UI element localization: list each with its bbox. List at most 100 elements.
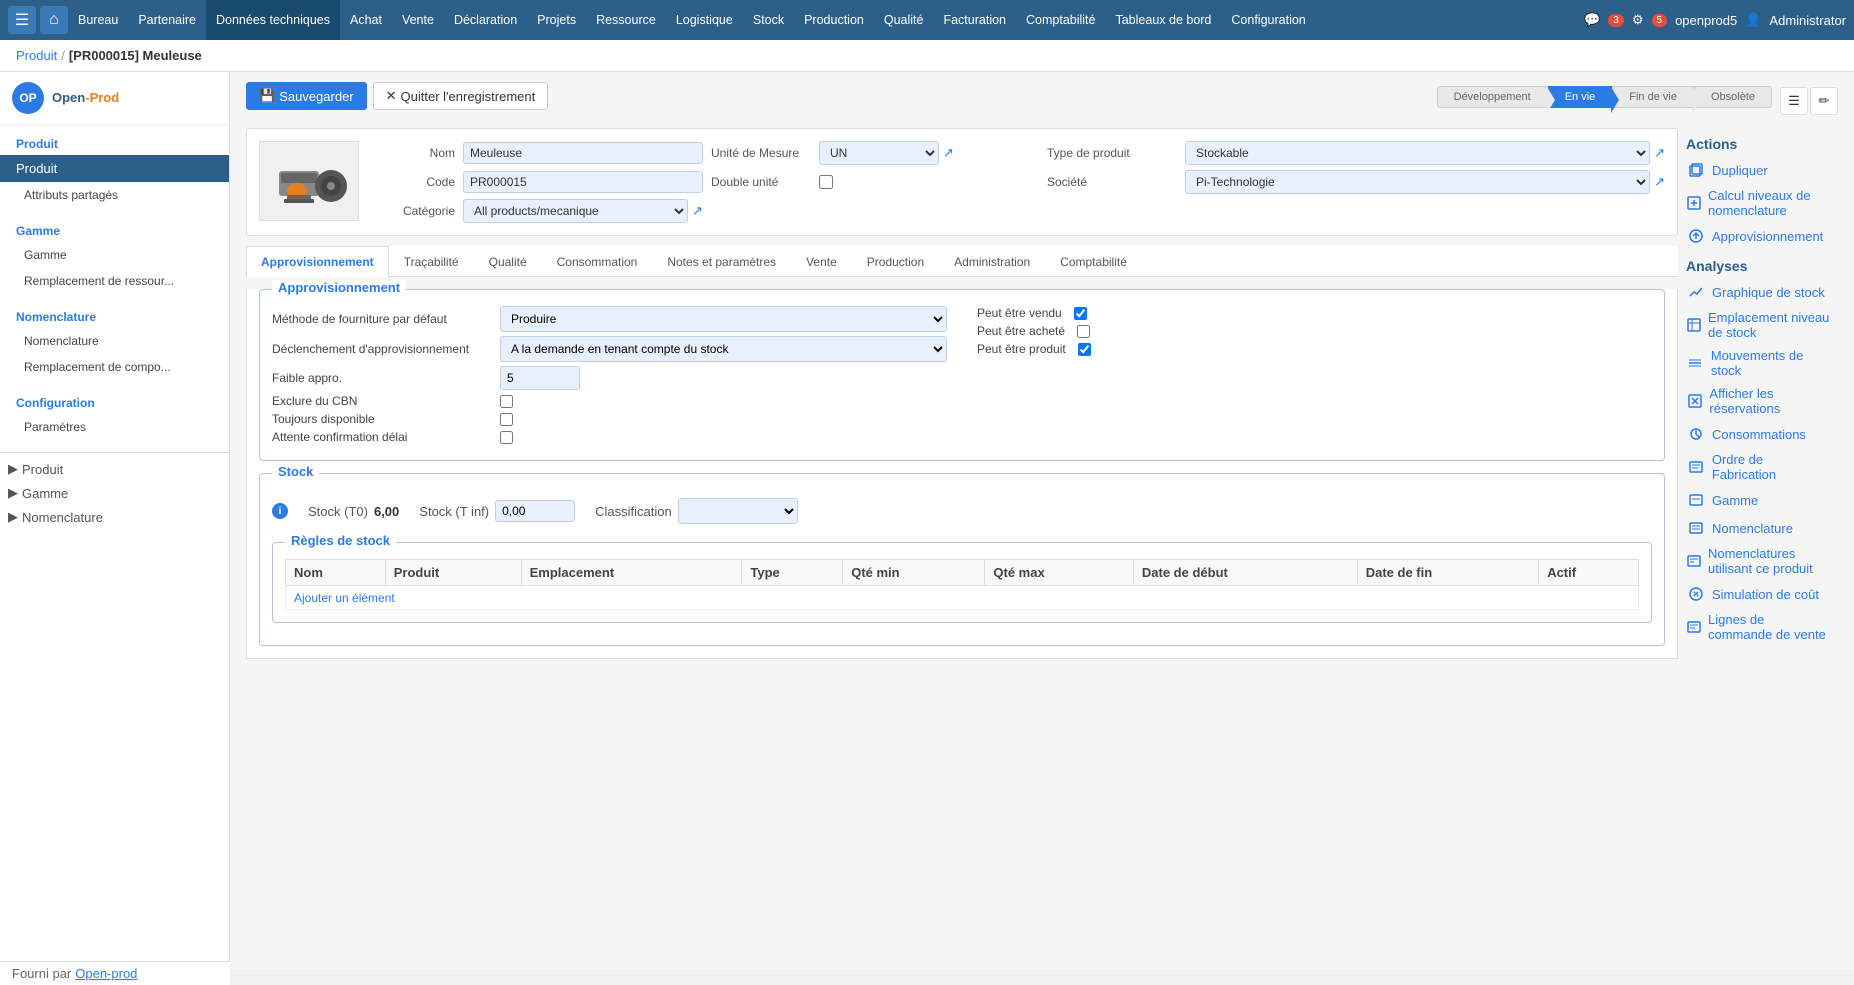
tab-comptabilite[interactable]: Comptabilité	[1045, 246, 1142, 277]
breadcrumb-parent[interactable]: Produit	[16, 48, 57, 63]
tab-consommation[interactable]: Consommation	[542, 246, 653, 277]
footer-link[interactable]: Open-prod	[75, 966, 137, 969]
product-image	[259, 141, 359, 221]
analyse-graphique[interactable]: Graphique de stock	[1686, 278, 1830, 306]
chat-badge: 3	[1608, 14, 1624, 27]
tab-administration[interactable]: Administration	[939, 246, 1045, 277]
tab-approvisionnement[interactable]: Approvisionnement	[246, 246, 389, 277]
top-right-bar: Développement En vie Fin de vie Obsolète…	[1437, 86, 1838, 116]
chat-icon[interactable]: 💬	[1584, 12, 1600, 28]
add-element-link[interactable]: Ajouter un élément	[294, 587, 395, 609]
can-be-bought-checkbox[interactable]	[1077, 325, 1090, 338]
nav-stock[interactable]: Stock	[743, 0, 794, 40]
category-link[interactable]: ↗	[692, 203, 703, 219]
nav-declaration[interactable]: Déclaration	[444, 0, 527, 40]
trigger-select[interactable]: A la demande en tenant compte du stock	[500, 336, 947, 362]
nav-configuration[interactable]: Configuration	[1221, 0, 1315, 40]
product-type-wrapper: Stockable ↗	[1185, 141, 1665, 165]
col-actif: Actif	[1539, 560, 1639, 586]
lifecycle-fin-vie[interactable]: Fin de vie	[1612, 86, 1694, 108]
analyse-simulation-cout[interactable]: Simulation de coût	[1686, 580, 1830, 608]
uom-select[interactable]: UN	[819, 141, 939, 165]
analyse-reservations[interactable]: Afficher les réservations	[1686, 382, 1830, 420]
action-calcul-niveaux[interactable]: Calcul niveaux de nomenclature	[1686, 184, 1830, 222]
analyse-emplacement[interactable]: Emplacement niveau de stock	[1686, 306, 1830, 344]
tab-tracabilite[interactable]: Traçabilité	[389, 246, 474, 277]
nav-bureau[interactable]: Bureau	[68, 0, 128, 40]
always-available-checkbox[interactable]	[500, 413, 513, 426]
settings-icon[interactable]: ⚙	[1632, 12, 1644, 28]
nav-achat[interactable]: Achat	[340, 0, 392, 40]
nav-ressource[interactable]: Ressource	[586, 0, 666, 40]
save-button[interactable]: 💾 Sauvegarder	[246, 82, 367, 110]
category-select[interactable]: All products/mecanique	[463, 199, 688, 223]
analyse-nomenclatures-produit[interactable]: Nomenclatures utilisant ce produit	[1686, 542, 1830, 580]
nav-qualite[interactable]: Qualité	[874, 0, 934, 40]
can-be-produced-checkbox[interactable]	[1078, 343, 1091, 356]
analyse-fabrication[interactable]: Ordre de Fabrication	[1686, 448, 1830, 486]
lifecycle-developpement[interactable]: Développement	[1437, 86, 1548, 108]
can-be-sold-checkbox[interactable]	[1074, 307, 1087, 320]
nav-donnees-techniques[interactable]: Données techniques	[206, 0, 340, 40]
analyse-lignes-commande[interactable]: Lignes de commande de vente	[1686, 608, 1830, 646]
sidebar-group-produit[interactable]: ▶ Produit	[0, 457, 229, 481]
double-unit-checkbox[interactable]	[819, 175, 833, 189]
tab-vente[interactable]: Vente	[791, 246, 852, 277]
action-approvisionnement[interactable]: Approvisionnement	[1686, 222, 1830, 250]
stock-info-btn[interactable]: i	[272, 503, 288, 519]
analyse-consommations[interactable]: Consommations	[1686, 420, 1830, 448]
nav-logistique[interactable]: Logistique	[666, 0, 743, 40]
nav-production[interactable]: Production	[794, 0, 874, 40]
exclude-cbn-row: Exclure du CBN	[272, 394, 947, 408]
classification-select[interactable]	[678, 498, 798, 524]
edit-view-button[interactable]: ✏	[1810, 87, 1838, 115]
tab-qualite[interactable]: Qualité	[474, 246, 542, 277]
lifecycle-en-vie[interactable]: En vie	[1548, 86, 1613, 108]
sidebar-group-gamme[interactable]: ▶ Gamme	[0, 481, 229, 505]
sidebar-header-nomenclature: Nomenclature	[0, 302, 229, 328]
action-dupliquer[interactable]: Dupliquer	[1686, 156, 1830, 184]
company-select[interactable]: Pi-Technologie	[1185, 170, 1650, 194]
sidebar-item-parametres[interactable]: Paramètres	[0, 414, 229, 440]
sidebar-item-produit[interactable]: Produit	[0, 155, 229, 182]
sidebar-item-attributs[interactable]: Attributs partagés	[0, 182, 229, 208]
discard-button[interactable]: ✕ Quitter l'enregistrement	[373, 82, 549, 110]
sidebar-item-nomenclature[interactable]: Nomenclature	[0, 328, 229, 354]
sidebar-item-gamme[interactable]: Gamme	[0, 242, 229, 268]
low-appro-input[interactable]	[500, 366, 580, 390]
exclude-cbn-checkbox[interactable]	[500, 395, 513, 408]
analyse-gamme[interactable]: Gamme	[1686, 486, 1830, 514]
name-input[interactable]	[463, 142, 703, 164]
stock-tinf-input[interactable]	[495, 500, 575, 522]
nav-vente[interactable]: Vente	[392, 0, 444, 40]
product-type-select[interactable]: Stockable	[1185, 141, 1650, 165]
list-view-button[interactable]: ☰	[1780, 87, 1808, 115]
method-select[interactable]: Produire	[500, 306, 947, 332]
nav-tableaux[interactable]: Tableaux de bord	[1105, 0, 1221, 40]
nav-partenaire[interactable]: Partenaire	[128, 0, 206, 40]
nav-comptabilite[interactable]: Comptabilité	[1016, 0, 1105, 40]
product-type-link[interactable]: ↗	[1654, 145, 1665, 161]
can-be-sold-row: Peut être vendu	[977, 306, 1652, 320]
admin-label[interactable]: Administrator	[1769, 13, 1846, 28]
code-input[interactable]	[463, 171, 703, 193]
home-icon[interactable]: ⌂	[40, 6, 68, 34]
add-element-cell: Ajouter un élément	[286, 586, 1639, 610]
low-appro-label: Faible appro.	[272, 371, 492, 385]
analyse-mouvements[interactable]: Mouvements de stock	[1686, 344, 1830, 382]
tab-notes[interactable]: Notes et paramètres	[652, 246, 791, 277]
lifecycle-obsolete[interactable]: Obsolète	[1694, 86, 1772, 108]
company-link[interactable]: ↗	[1654, 174, 1665, 190]
uom-external-link[interactable]: ↗	[943, 145, 954, 161]
subheader: Produit / [PR000015] Meuleuse	[0, 40, 1854, 72]
menu-icon[interactable]: ☰	[8, 6, 36, 34]
sidebar-group-nomenclature[interactable]: ▶ Nomenclature	[0, 505, 229, 529]
supply-icon	[1686, 226, 1706, 246]
sidebar-item-remplacement-ressource[interactable]: Remplacement de ressour...	[0, 268, 229, 294]
tab-production[interactable]: Production	[852, 246, 939, 277]
sidebar-item-remplacement-compo[interactable]: Remplacement de compo...	[0, 354, 229, 380]
nav-facturation[interactable]: Facturation	[933, 0, 1016, 40]
analyse-nomenclature[interactable]: Nomenclature	[1686, 514, 1830, 542]
awaiting-confirm-checkbox[interactable]	[500, 431, 513, 444]
nav-projets[interactable]: Projets	[527, 0, 586, 40]
